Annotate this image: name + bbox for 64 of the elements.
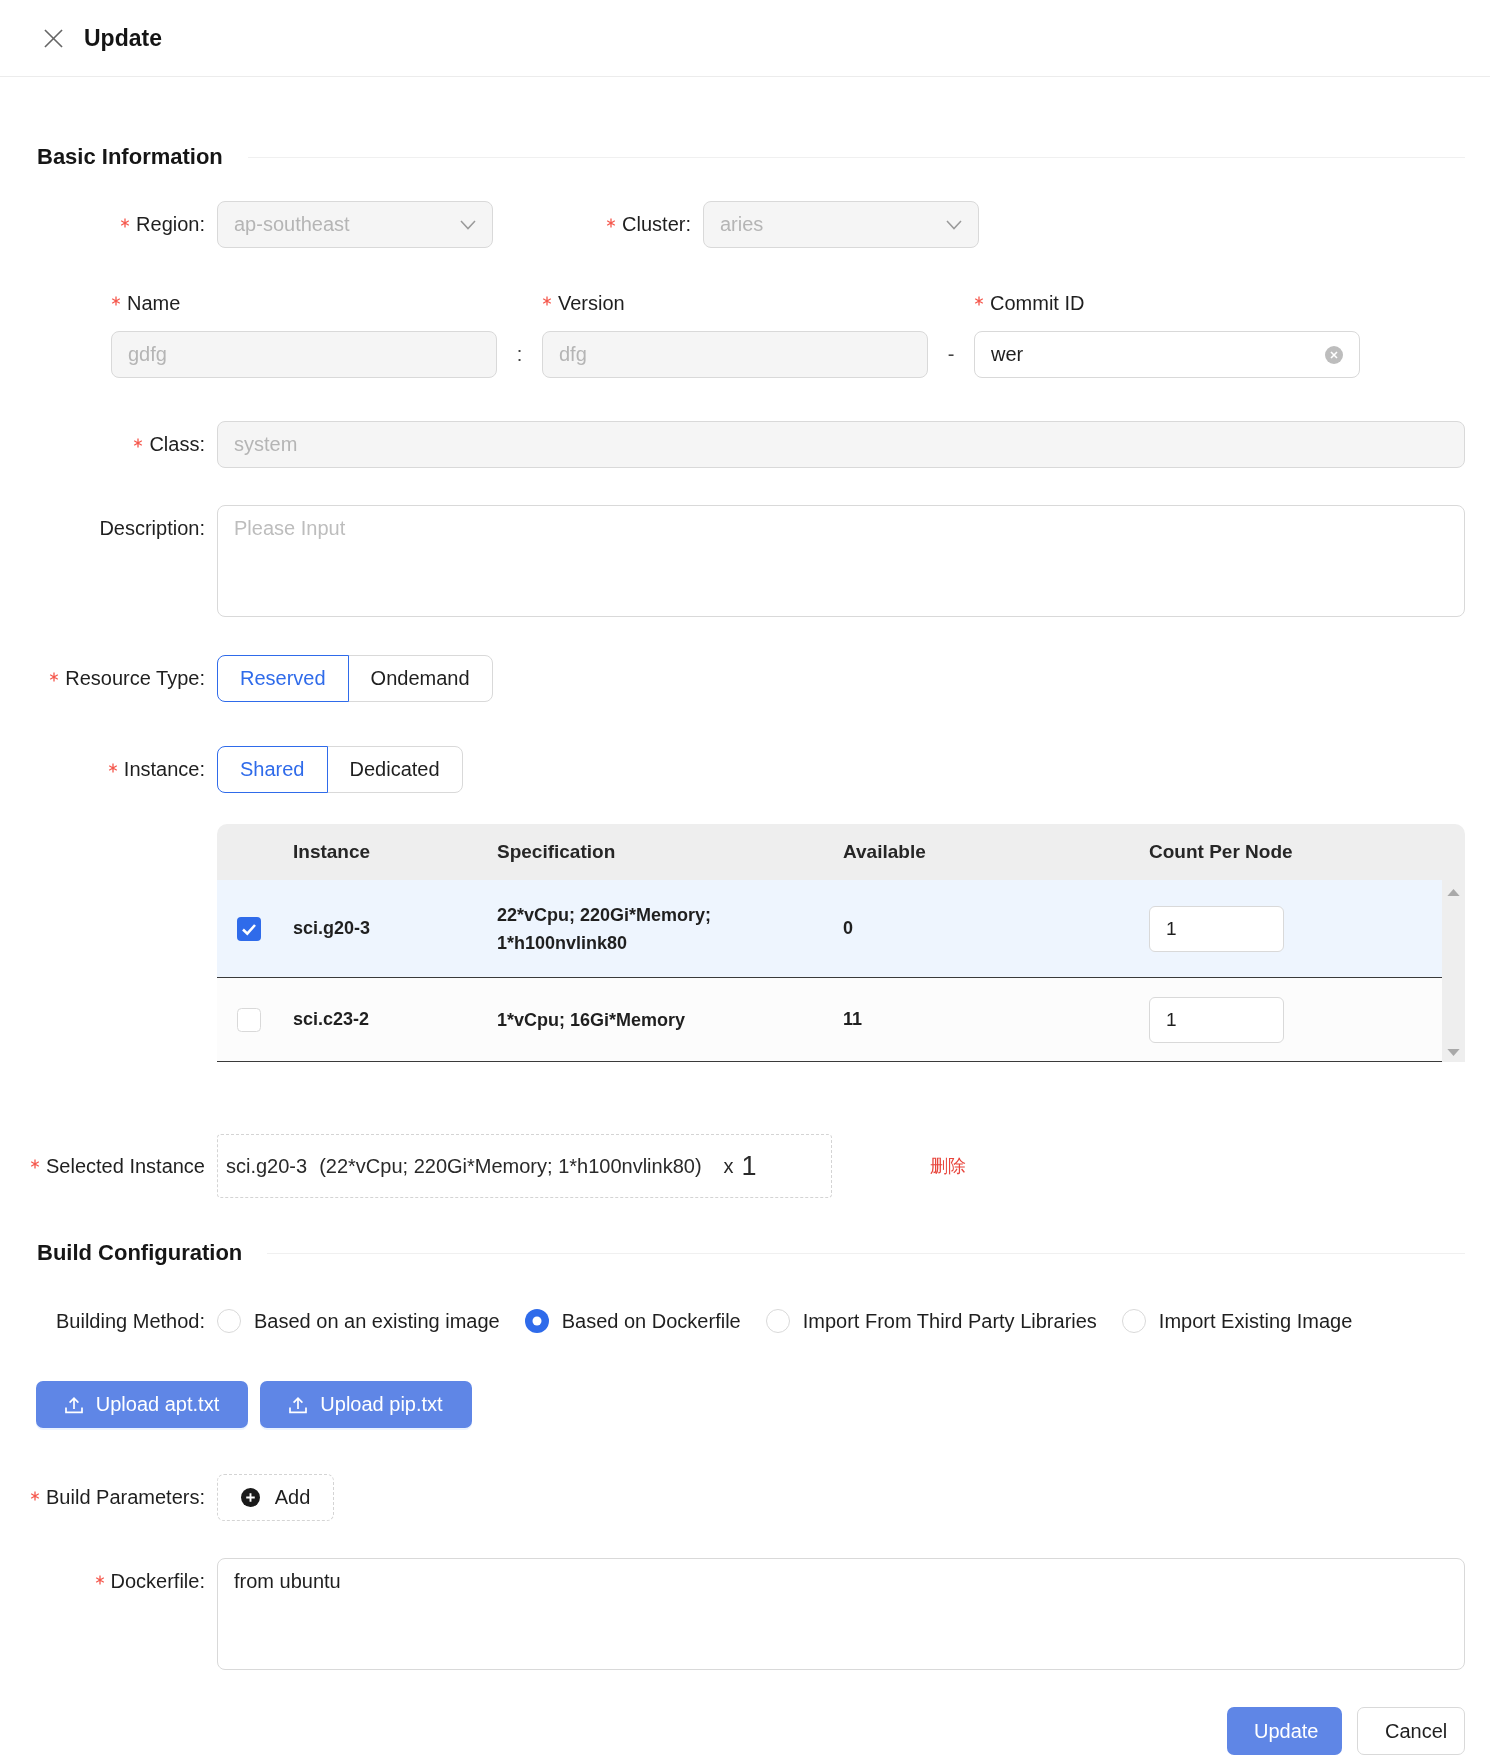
field-label: Build Parameters: — [46, 1486, 205, 1509]
field-label: Class: — [149, 433, 205, 456]
column-header: Instance — [293, 841, 371, 862]
upload-icon — [64, 1395, 83, 1414]
radio-label[interactable]: Based on Dockerfile — [561, 1309, 741, 1333]
separator: - — [947, 343, 955, 366]
column-header: Available — [843, 841, 926, 862]
table-cell: sci.c23-2 — [293, 1009, 370, 1029]
field-label: Instance: — [123, 758, 205, 781]
scroll-up-icon[interactable] — [1447, 889, 1460, 896]
clear-icon[interactable] — [1325, 345, 1343, 364]
field-label: Selected Instance — [46, 1154, 205, 1178]
field-label: Description: — [99, 517, 205, 540]
radio-button[interactable] — [765, 1309, 790, 1333]
table-row[interactable]: sci.g20-3 22*vCpu; 220Gi*Memory; 1*h100nvlink80 0 1 — [217, 880, 1442, 978]
segment-button[interactable]: Ondemand — [347, 655, 493, 702]
column-header: Count Per Node — [1149, 841, 1293, 862]
field-label: Version — [558, 291, 625, 315]
add-button[interactable]: Add — [217, 1474, 334, 1521]
checkbox[interactable] — [237, 916, 261, 941]
field-label: Commit ID — [990, 291, 1085, 315]
dockerfile-textarea[interactable]: from ubuntu — [217, 1558, 1465, 1670]
separator: : — [516, 343, 523, 366]
radio-label[interactable]: Based on an existing image — [254, 1309, 500, 1333]
table-cell: sci.g20-3 — [293, 918, 371, 938]
count-input[interactable]: 1 — [1149, 996, 1284, 1043]
section-title: Basic Information — [37, 144, 223, 170]
scrollbar[interactable] — [1442, 880, 1465, 1062]
field-label: Region: — [136, 213, 205, 236]
field-label: Building Method: — [56, 1309, 205, 1333]
radio-button[interactable] — [524, 1309, 549, 1333]
instance-name: sci.g20-3 — [226, 1154, 308, 1178]
instance-count: 1 — [741, 1150, 757, 1182]
count-input[interactable]: 1 — [1149, 905, 1284, 952]
radio-label[interactable]: Import From Third Party Libraries — [802, 1309, 1097, 1333]
field-label: Name — [127, 291, 181, 315]
instance-specification: (22*vCpu; 220Gi*Memory; 1*h100nvlink80) — [319, 1154, 702, 1178]
multiplier-sign: x — [723, 1154, 734, 1178]
radio-button[interactable] — [217, 1309, 241, 1333]
column-header: Specification — [497, 841, 616, 862]
field-label: Cluster: — [622, 213, 691, 236]
chevron-down-icon — [946, 219, 962, 230]
plus-circle-icon — [240, 1488, 260, 1507]
chevron-down-icon — [460, 219, 476, 230]
field-label: Resource Type: — [65, 667, 205, 690]
table-cell: 22*vCpu; 220Gi*Memory; 1*h100nvlink80 — [497, 904, 712, 953]
table-cell: 0 — [843, 918, 853, 938]
table-cell: 11 — [843, 1009, 863, 1029]
segment-button[interactable]: Reserved — [217, 655, 349, 702]
scroll-down-icon[interactable] — [1447, 1049, 1460, 1056]
upload-icon — [289, 1395, 308, 1414]
dialog-title: Update — [84, 24, 162, 52]
commit-id-input[interactable]: wer — [974, 331, 1360, 378]
radio-button[interactable] — [1121, 1309, 1146, 1333]
cancel-button[interactable]: Cancel — [1357, 1707, 1465, 1755]
delete-link[interactable]: 删除 — [930, 1154, 966, 1178]
section-title: Build Configuration — [37, 1240, 243, 1266]
segment-button[interactable]: Shared — [217, 746, 328, 793]
table-cell: 1*vCpu; 16Gi*Memory — [497, 1009, 686, 1030]
field-label: Dockerfile: — [110, 1570, 205, 1593]
segment-button[interactable]: Dedicated — [326, 746, 463, 793]
checkbox[interactable] — [237, 1007, 261, 1032]
radio-label[interactable]: Import Existing Image — [1158, 1309, 1353, 1333]
close-icon[interactable] — [44, 28, 63, 48]
